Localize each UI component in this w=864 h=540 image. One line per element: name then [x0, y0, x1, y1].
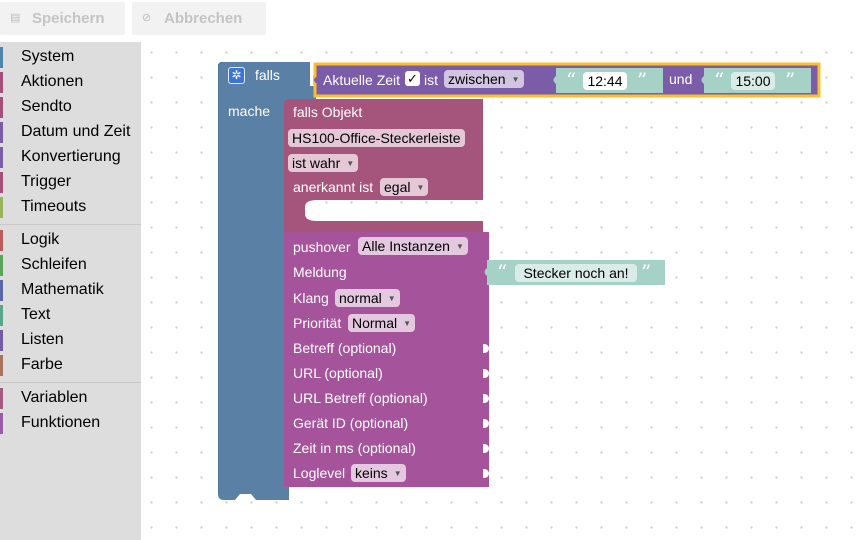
category-mathematik[interactable]: Mathematik	[0, 278, 141, 303]
ack-dropdown[interactable]: egal ▼	[380, 178, 429, 196]
on-object-label: falls Objekt	[293, 104, 363, 120]
loglevel-value: keins	[355, 465, 388, 481]
condition-dropdown[interactable]: ist wahr ▼	[288, 154, 359, 172]
instance-value: Alle Instanzen	[362, 238, 450, 254]
loglevel-label: Loglevel	[293, 465, 346, 481]
end-time-input[interactable]: 15:00	[731, 72, 775, 90]
sidebar-divider	[0, 224, 141, 225]
category-label: Trigger	[21, 173, 72, 190]
ban-icon: ⊘	[142, 12, 152, 24]
blockly-workspace[interactable]: ✲ falls mache Aktuelle Zeit ✓ ist zwisch…	[141, 42, 864, 540]
category-label: Aktionen	[21, 73, 84, 90]
time-compare-block[interactable]: Aktuelle Zeit ✓ ist zwischen ▼ “ 12:44 ” …	[313, 62, 822, 99]
category-farbe[interactable]: Farbe	[0, 353, 141, 378]
message-text-block[interactable]: “ Stecker noch an! ”	[482, 260, 665, 285]
and-label: und	[669, 71, 693, 87]
category-label: Funktionen	[21, 414, 101, 431]
instance-dropdown[interactable]: Alle Instanzen ▼	[358, 237, 468, 255]
priority-dropdown[interactable]: Normal ▼	[348, 314, 416, 332]
url-label: URL (optional)	[293, 365, 383, 381]
priority-label: Priorität	[293, 315, 342, 331]
category-label: Sendto	[21, 98, 72, 115]
category-logik[interactable]: Logik	[0, 228, 141, 253]
open-quote-icon: “	[714, 68, 725, 92]
url-title-label: URL Betreff (optional)	[293, 390, 428, 406]
chevron-down-icon: ▼	[416, 183, 425, 192]
close-quote-icon: ”	[637, 68, 648, 92]
message-input[interactable]: Stecker noch an!	[515, 264, 637, 282]
do-label: mache	[228, 103, 271, 119]
category-label: Farbe	[21, 356, 63, 373]
device-label: Gerät ID (optional)	[293, 415, 409, 431]
chevron-down-icon: ▼	[387, 294, 396, 303]
category-label: Datum und Zeit	[21, 123, 131, 140]
message-label: Meldung	[293, 264, 347, 280]
category-timeouts[interactable]: Timeouts	[0, 195, 141, 220]
category-datum-und-zeit[interactable]: Datum und Zeit	[0, 120, 141, 145]
chevron-down-icon: ▼	[346, 159, 355, 168]
category-funktionen[interactable]: Funktionen	[0, 411, 141, 436]
floppy-icon: ▤	[10, 12, 21, 24]
cancel-label: Abbrechen	[164, 10, 243, 27]
category-schleifen[interactable]: Schleifen	[0, 253, 141, 278]
end-time-text-block[interactable]: “ 15:00 ”	[699, 68, 811, 93]
category-variablen[interactable]: Variablen	[0, 386, 141, 411]
category-label: Schleifen	[21, 256, 87, 273]
sound-value: normal	[339, 290, 382, 306]
sound-dropdown[interactable]: normal ▼	[335, 289, 400, 307]
category-system[interactable]: System	[0, 45, 141, 70]
toolbox-sidebar: System Aktionen Sendto Datum und Zeit Ko…	[0, 42, 141, 540]
close-quote-icon: ”	[785, 68, 796, 92]
loglevel-dropdown[interactable]: keins ▼	[351, 464, 406, 482]
operator-value: zwischen	[448, 71, 506, 87]
category-label: Text	[21, 306, 51, 323]
save-label: Speichern	[32, 10, 105, 27]
pushover-label: pushover	[293, 239, 351, 255]
chevron-down-icon: ▼	[455, 242, 464, 251]
category-konvertierung[interactable]: Konvertierung	[0, 145, 141, 170]
category-label: Konvertierung	[21, 148, 121, 165]
open-quote-icon: “	[566, 68, 577, 92]
category-label: Mathematik	[21, 281, 104, 298]
category-sendto[interactable]: Sendto	[0, 95, 141, 120]
save-button[interactable]: ▤ Speichern	[0, 2, 125, 35]
start-time-text-block[interactable]: “ 12:44 ”	[551, 68, 663, 93]
close-quote-icon: ”	[641, 260, 652, 284]
checkbox-icon[interactable]: ✓	[405, 71, 420, 86]
time-label: Aktuelle Zeit	[323, 72, 401, 88]
chevron-down-icon: ▼	[393, 469, 402, 478]
priority-value: Normal	[352, 315, 398, 331]
operator-dropdown[interactable]: zwischen ▼	[444, 70, 524, 88]
sidebar-divider	[0, 382, 141, 383]
category-trigger[interactable]: Trigger	[0, 170, 141, 195]
is-label: ist	[424, 72, 438, 88]
category-label: Variablen	[21, 389, 88, 406]
sound-label: Klang	[293, 290, 329, 306]
start-time-input[interactable]: 12:44	[583, 72, 627, 90]
time-ms-label: Zeit in ms (optional)	[293, 440, 416, 456]
category-label: Logik	[21, 231, 60, 248]
pushover-block[interactable]: pushover Alle Instanzen ▼ Meldung Klang n…	[284, 232, 489, 487]
if-label: falls	[255, 67, 280, 83]
gear-icon[interactable]: ✲	[228, 67, 245, 84]
condition-value: ist wahr	[292, 155, 341, 171]
category-label: Timeouts	[21, 198, 87, 215]
category-text[interactable]: Text	[0, 303, 141, 328]
chevron-down-icon: ▼	[403, 319, 412, 328]
subject-label: Betreff (optional)	[293, 340, 397, 356]
open-quote-icon: “	[497, 260, 508, 284]
category-label: System	[21, 48, 75, 65]
ack-value: egal	[384, 179, 411, 195]
chevron-down-icon: ▼	[511, 75, 520, 84]
cancel-button[interactable]: ⊘ Abbrechen	[132, 2, 266, 35]
category-aktionen[interactable]: Aktionen	[0, 70, 141, 95]
object-id-field[interactable]: HS100-Office-Steckerleiste	[288, 129, 465, 147]
category-label: Listen	[21, 331, 64, 348]
ack-label: anerkannt ist	[293, 179, 374, 195]
toolbar: ▤ Speichern ⊘ Abbrechen	[0, 0, 864, 42]
category-listen[interactable]: Listen	[0, 328, 141, 353]
